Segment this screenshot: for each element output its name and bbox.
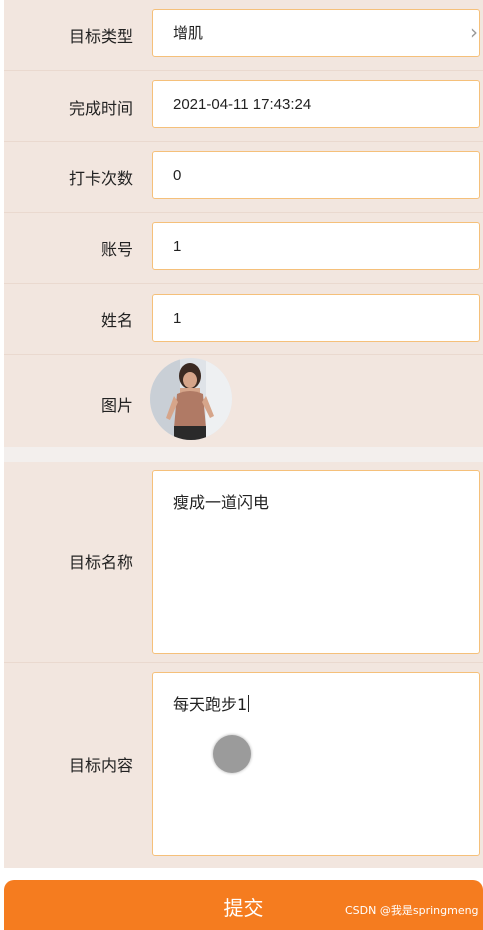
goal-content-label: 目标内容 [68, 756, 133, 775]
watermark: CSDN @我是springmeng [345, 904, 479, 917]
text-caret [248, 695, 250, 712]
goal-type-label: 目标类型 [68, 27, 133, 46]
row-goal-name: 目标名称 瘦成一道闪电 [4, 462, 483, 663]
goal-name-label: 目标名称 [68, 553, 133, 572]
goal-type-select[interactable]: 增肌 [152, 9, 480, 57]
chevron-right-icon[interactable]: › [470, 20, 478, 44]
checkin-count-input[interactable]: 0 [152, 151, 480, 199]
name-input[interactable]: 1 [152, 294, 480, 342]
picture-label: 图片 [100, 396, 133, 415]
account-label: 账号 [100, 240, 133, 259]
name-label: 姓名 [100, 311, 133, 330]
row-account: 账号 1 [4, 212, 483, 284]
finish-time-input[interactable]: 2021-04-11 17:43:24 [152, 80, 480, 128]
account-input[interactable]: 1 [152, 222, 480, 270]
avatar-image[interactable] [150, 358, 232, 440]
row-checkin-count: 打卡次数 0 [4, 141, 483, 213]
goal-content-textarea[interactable]: 每天跑步1 [152, 672, 480, 856]
row-finish-time: 完成时间 2021-04-11 17:43:24 [4, 70, 483, 142]
touch-indicator [213, 735, 251, 773]
row-picture: 图片 [4, 354, 483, 447]
goal-content-text: 每天跑步1 [173, 695, 248, 714]
checkin-count-label: 打卡次数 [68, 169, 133, 188]
row-goal-type: 目标类型 增肌 › [4, 0, 483, 71]
section-gap [4, 447, 483, 462]
finish-time-label: 完成时间 [68, 99, 133, 118]
goal-name-textarea[interactable]: 瘦成一道闪电 [152, 470, 480, 654]
goal-form: 目标类型 增肌 › 完成时间 2021-04-11 17:43:24 打卡次数 … [4, 0, 483, 868]
row-name: 姓名 1 [4, 283, 483, 355]
